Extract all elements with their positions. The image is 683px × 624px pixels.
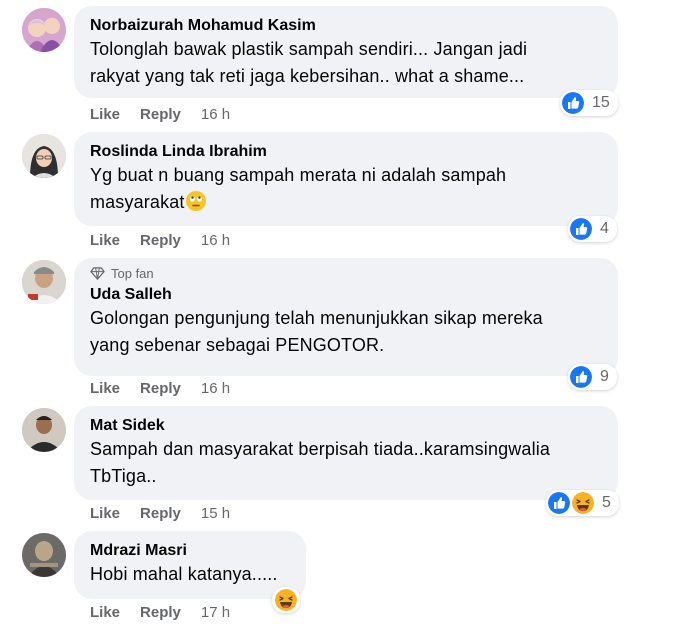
comment-author[interactable]: Uda Salleh [90, 285, 602, 305]
reaction-count: 9 [600, 368, 609, 385]
profile-photo-icon [22, 533, 66, 577]
comment-timestamp[interactable]: 16 h [201, 232, 230, 249]
profile-photo-icon [22, 260, 66, 304]
comment-bubble: Roslinda Linda Ibrahim Yg buat n buang s… [74, 132, 618, 226]
reaction-summary[interactable]: 5 [546, 490, 619, 516]
reply-button[interactable]: Reply [140, 232, 181, 249]
reaction-summary[interactable]: 15 [560, 90, 618, 116]
avatar[interactable] [22, 408, 66, 452]
comment-text-line: masyarakat [90, 192, 185, 212]
comment-actions: Like Reply 16 h [90, 232, 230, 249]
top-fan-label: Top fan [111, 266, 154, 281]
diamond-icon [90, 267, 105, 280]
comment-timestamp[interactable]: 17 h [201, 604, 230, 621]
like-button[interactable]: Like [90, 505, 120, 522]
comment-author[interactable]: Mdrazi Masri [90, 541, 290, 561]
reaction-count: 5 [602, 494, 611, 511]
comment-bubble: Mat Sidek Sampah dan masyarakat berpisah… [74, 406, 618, 500]
comment-text-line: TbTiga.. [90, 466, 157, 486]
reply-button[interactable]: Reply [140, 380, 181, 397]
comment-actions: Like Reply 17 h [90, 604, 230, 621]
like-button[interactable]: Like [90, 380, 120, 397]
haha-icon [275, 589, 297, 611]
comment-text-line: Hobi mahal katanya..... [90, 564, 278, 584]
profile-photo-icon [22, 8, 66, 52]
comment-text-line: yang sebenar sebagai PENGOTOR. [90, 335, 385, 355]
comment-text-line: Tolonglah bawak plastik sampah sendiri..… [90, 39, 528, 59]
reaction-count: 15 [592, 94, 610, 111]
avatar[interactable] [22, 533, 66, 577]
comment-timestamp[interactable]: 16 h [201, 106, 230, 123]
comment-text-line: rakyat yang tak reti jaga kebersihan.. w… [90, 66, 525, 86]
comment-author[interactable]: Roslinda Linda Ibrahim [90, 142, 602, 162]
reaction-summary[interactable] [272, 587, 300, 613]
like-icon [562, 92, 584, 114]
face-with-rolling-eyes-icon [185, 191, 206, 211]
avatar[interactable] [22, 8, 66, 52]
profile-photo-icon [22, 408, 66, 452]
comment-timestamp[interactable]: 15 h [201, 505, 230, 522]
comment-actions: Like Reply 16 h [90, 380, 230, 397]
profile-photo-icon [22, 134, 66, 178]
like-button[interactable]: Like [90, 604, 120, 621]
reaction-summary[interactable]: 9 [568, 364, 617, 390]
haha-icon [572, 492, 594, 514]
comment-author[interactable]: Norbaizurah Mohamud Kasim [90, 16, 602, 36]
comment-author[interactable]: Mat Sidek [90, 416, 602, 436]
comment-bubble: Mdrazi Masri Hobi mahal katanya..... [74, 531, 306, 599]
comment-text-line: Yg buat n buang sampah merata ni adalah … [90, 165, 507, 185]
like-button[interactable]: Like [90, 106, 120, 123]
top-fan-badge[interactable]: Top fan [90, 266, 602, 281]
comment-text-line-wrap: masyarakat [90, 189, 602, 216]
comment-actions: Like Reply 15 h [90, 505, 230, 522]
comment-text-line: Sampah dan masyarakat berpisah tiada..ka… [90, 439, 551, 459]
comment-actions: Like Reply 16 h [90, 106, 230, 123]
avatar[interactable] [22, 134, 66, 178]
comment-text-line: Golongan pengunjung telah menunjukkan si… [90, 308, 543, 328]
reaction-count: 4 [600, 220, 609, 237]
like-button[interactable]: Like [90, 232, 120, 249]
comment-timestamp[interactable]: 16 h [201, 380, 230, 397]
avatar[interactable] [22, 260, 66, 304]
reply-button[interactable]: Reply [140, 106, 181, 123]
like-icon [548, 492, 570, 514]
like-icon [570, 218, 592, 240]
comment-bubble: Norbaizurah Mohamud Kasim Tolonglah bawa… [74, 6, 618, 98]
like-icon [570, 366, 592, 388]
reaction-summary[interactable]: 4 [568, 216, 617, 242]
reply-button[interactable]: Reply [140, 505, 181, 522]
reply-button[interactable]: Reply [140, 604, 181, 621]
comment-bubble: Top fan Uda Salleh Golongan pengunjung t… [74, 258, 618, 376]
